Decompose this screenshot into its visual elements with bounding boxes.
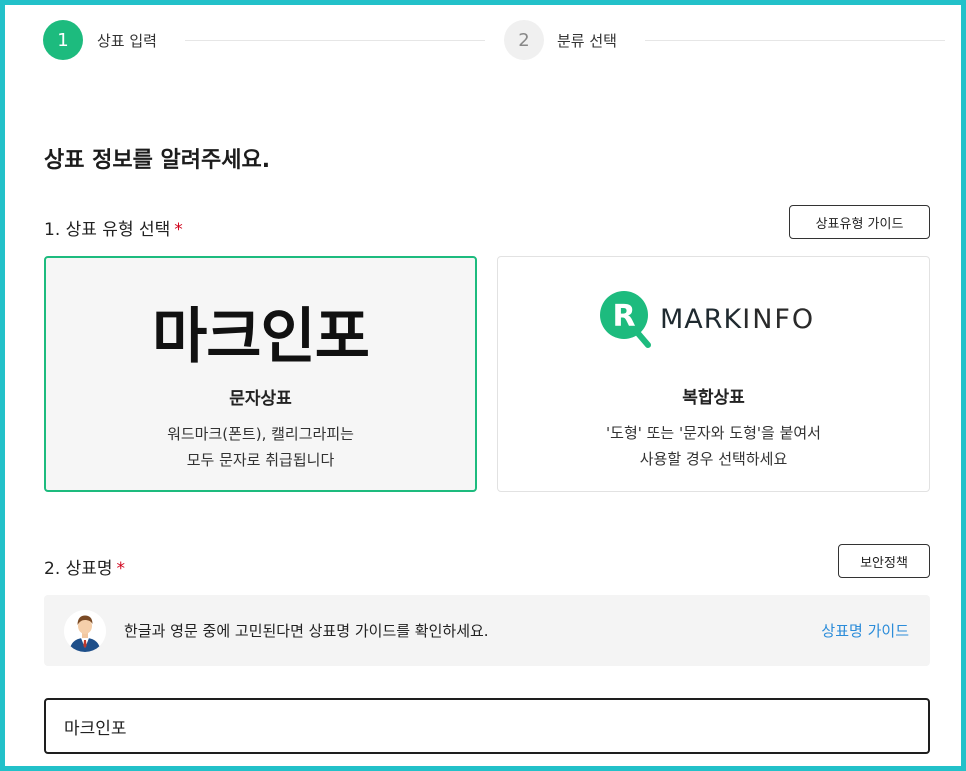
step-connector-line: [185, 40, 485, 41]
section-trademark-name-label: 2. 상표명 *: [44, 554, 125, 579]
svg-text:R: R: [612, 299, 635, 334]
composite-mark-description: '도형' 또는 '문자와 도형'을 붙여서 사용할 경우 선택하세요: [498, 420, 929, 472]
page-title: 상표 정보를 알려주세요.: [44, 148, 271, 173]
stepper: 1 상표 입력 2 분류 선택: [5, 5, 961, 85]
word-mark-desc-line1: 워드마크(폰트), 캘리그라피는: [167, 425, 354, 443]
trademark-type-guide-button[interactable]: 상표유형 가이드: [789, 205, 930, 239]
trademark-name-guide-text: 한글과 영문 중에 고민된다면 상표명 가이드를 확인하세요.: [124, 622, 489, 640]
step-1-indicator[interactable]: 1: [43, 20, 83, 60]
section-trademark-type-text: 1. 상표 유형 선택: [44, 220, 171, 240]
trademark-name-input[interactable]: [44, 698, 930, 754]
step-2-indicator[interactable]: 2: [504, 20, 544, 60]
word-mark-description: 워드마크(폰트), 캘리그라피는 모두 문자로 취급됩니다: [46, 421, 475, 473]
markinfo-logo-icon: R: [600, 291, 651, 348]
required-mark: *: [116, 559, 126, 579]
markinfo-logo-text: MARKINFO: [660, 303, 816, 335]
trademark-name-guide-link[interactable]: 상표명 가이드: [821, 620, 909, 641]
section-trademark-type-label: 1. 상표 유형 선택 *: [44, 215, 183, 240]
step-2-label[interactable]: 분류 선택: [557, 30, 617, 51]
consultant-avatar: [64, 610, 106, 652]
word-mark-title: 문자상표: [229, 389, 292, 409]
markinfo-logo: R MARKINFO: [598, 289, 815, 349]
trademark-name-guide-box: 한글과 영문 중에 고민된다면 상표명 가이드를 확인하세요. 상표명 가이드: [44, 595, 930, 666]
composite-mark-title: 복합상표: [682, 388, 745, 408]
required-mark: *: [174, 220, 183, 240]
word-mark-preview: 마크인포: [152, 302, 370, 372]
step-1-label[interactable]: 상표 입력: [97, 30, 157, 51]
security-policy-button[interactable]: 보안정책: [838, 544, 930, 578]
composite-mark-card[interactable]: R MARKINFO 복합상표 '도형' 또는 '문자와 도형'을 붙여서 사용…: [497, 256, 930, 492]
section-trademark-name-text: 2. 상표명: [44, 559, 113, 579]
step-trailing-line: [645, 40, 945, 41]
composite-mark-desc-line1: '도형' 또는 '문자와 도형'을 붙여서: [606, 424, 821, 442]
word-mark-desc-line2: 모두 문자로 취급됩니다: [186, 451, 335, 469]
composite-mark-desc-line2: 사용할 경우 선택하세요: [639, 450, 788, 468]
word-mark-card[interactable]: 마크인포 문자상표 워드마크(폰트), 캘리그라피는 모두 문자로 취급됩니다: [44, 256, 477, 492]
